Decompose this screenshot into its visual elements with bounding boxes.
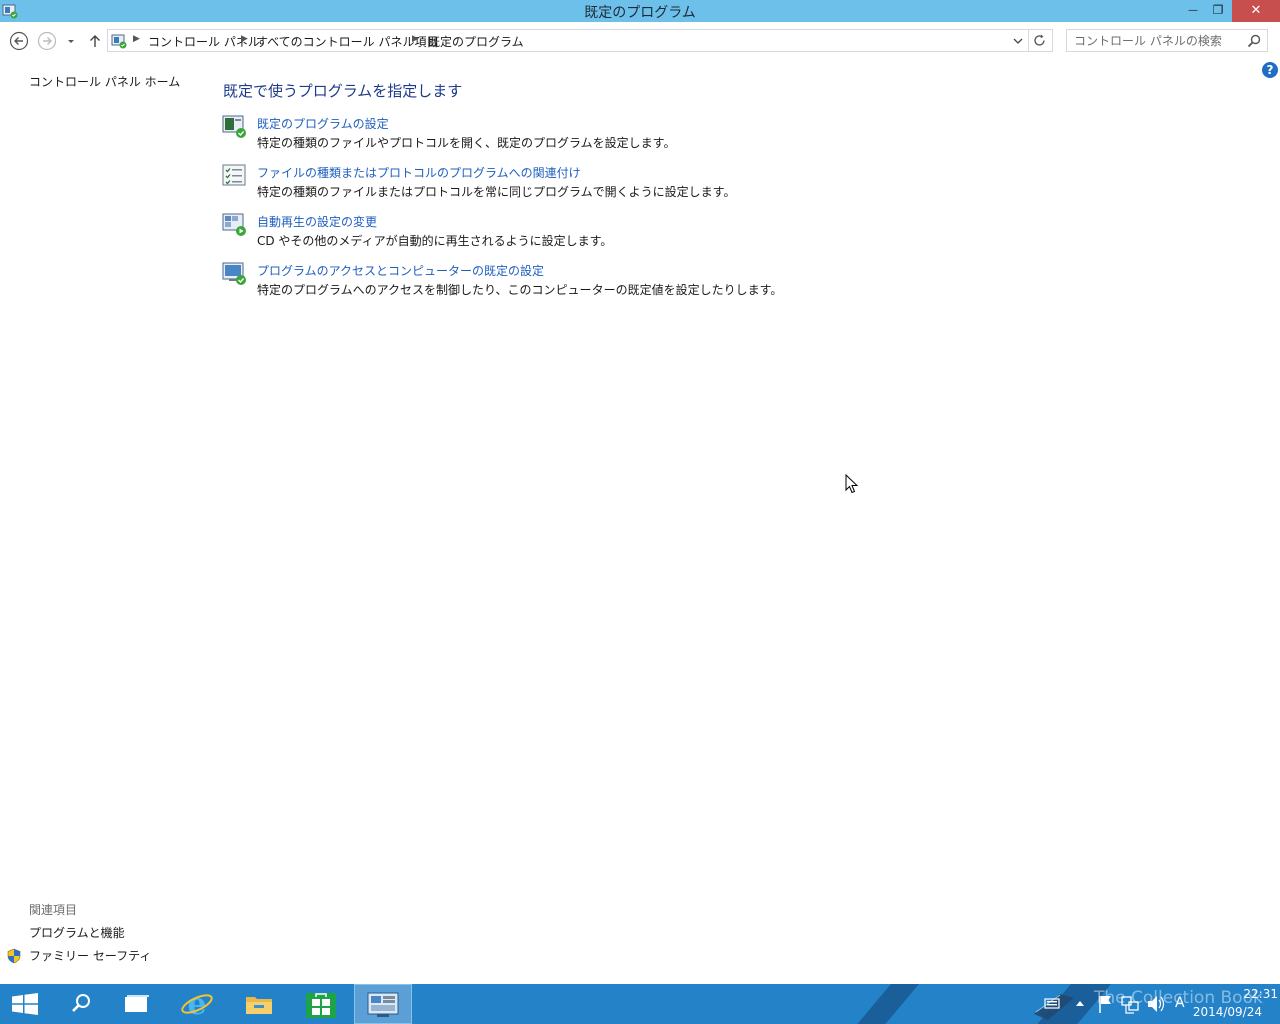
file-association-link[interactable]: ファイルの種類またはプロトコルのプログラムへの関連付け [257,164,581,181]
chevron-up-icon[interactable] [1073,984,1087,1024]
task-program-access: プログラムのアクセスとコンピューターの既定の設定 特定のプログラムへのアクセスを… [222,261,1122,305]
recent-locations-dropdown[interactable] [64,31,78,51]
help-icon[interactable]: ? [1262,62,1278,78]
task-file-association: ファイルの種類またはプロトコルのプログラムへの関連付け 特定の種類のファイルまた… [222,163,1122,207]
clock-time[interactable]: 22:31 [1200,987,1278,1001]
store-icon [306,993,336,1018]
task-view-icon [125,995,149,1012]
task-description: 特定の種類のファイルやプロトコルを開く、既定のプログラムを設定します。 [257,136,676,150]
taskbar: e A The Collection Book 22:31 2014/09/24 [0,984,1280,1024]
title-bar: 既定のプログラム — ❐ ✕ [0,0,1280,22]
task-description: 特定の種類のファイルまたはプロトコルを常に同じプログラムで開くように設定します。 [257,185,736,199]
mouse-cursor [845,474,859,494]
task-set-default-programs: 既定のプログラムの設定 特定の種類のファイルやプロトコルを開く、既定のプログラム… [222,114,1122,158]
control-panel-taskbar-button[interactable] [354,984,412,1024]
store-button[interactable] [292,984,350,1024]
programs-and-features-link[interactable]: プログラムと機能 [29,924,125,941]
default-programs-icon [222,115,246,138]
internet-explorer-button[interactable]: e [168,984,226,1024]
related-heading: 関連項目 [29,903,78,917]
task-view-button[interactable] [108,984,166,1024]
folder-icon [246,997,272,1014]
back-button[interactable] [9,31,29,51]
forward-button[interactable] [37,31,57,51]
autoplay-icon [222,213,246,236]
address-bar[interactable]: ▶ コントロール パネル ▶ すべてのコントロール パネル項目 ▶ 既定のプログ… [107,29,1029,52]
control-panel-home-link[interactable]: コントロール パネル ホーム [29,73,180,90]
chevron-down-icon[interactable] [1011,33,1025,49]
page-title: 既定で使うプログラムを指定します [223,82,463,100]
up-button[interactable] [85,31,105,51]
search-icon[interactable] [1246,33,1262,49]
window-title: 既定のプログラム [584,5,696,21]
family-safety-link[interactable]: ファミリー セーフティ [29,947,151,964]
breadcrumb-default-programs[interactable]: 既定のプログラム [428,33,524,50]
task-autoplay: 自動再生の設定の変更 CD やその他のメディアが自動的に再生されるように設定しま… [222,212,1122,256]
file-explorer-button[interactable] [230,984,288,1024]
program-access-defaults-link[interactable]: プログラムのアクセスとコンピューターの既定の設定 [257,262,544,279]
autoplay-settings-link[interactable]: 自動再生の設定の変更 [257,213,377,230]
program-access-icon [222,262,246,285]
keyboard-icon[interactable] [1044,984,1060,1024]
control-panel-icon [367,992,399,1017]
shield-icon [7,948,21,964]
taskbar-decoration [840,984,928,1024]
internet-explorer-icon: e [181,987,213,1022]
search-icon [72,994,90,1012]
svg-text:e: e [187,987,206,1022]
refresh-icon [1034,34,1045,46]
search-box[interactable] [1066,29,1268,52]
control-panel-icon [111,34,127,49]
chevron-right-icon[interactable]: ▶ [241,34,248,44]
file-association-icon [222,164,246,186]
refresh-button[interactable] [1029,29,1053,52]
minimize-button[interactable]: — [1180,0,1206,22]
navigation-bar: ▶ コントロール パネル ▶ すべてのコントロール パネル項目 ▶ 既定のプログ… [0,22,1280,60]
clock-date[interactable]: 2014/09/24 [1190,1005,1262,1019]
chevron-right-icon[interactable]: ▶ [412,34,419,44]
task-description: 特定のプログラムへのアクセスを制御したり、このコンピューターの既定値を設定したり… [257,283,783,297]
windows-logo-icon [12,993,38,1015]
search-button[interactable] [52,984,110,1024]
restore-button[interactable]: ❐ [1205,0,1231,22]
close-button[interactable]: ✕ [1232,0,1280,22]
set-default-programs-link[interactable]: 既定のプログラムの設定 [257,115,389,132]
chevron-right-icon[interactable]: ▶ [133,34,140,44]
start-button[interactable] [0,984,58,1024]
task-description: CD やその他のメディアが自動的に再生されるように設定します。 [257,234,613,248]
search-input[interactable] [1074,33,1244,49]
